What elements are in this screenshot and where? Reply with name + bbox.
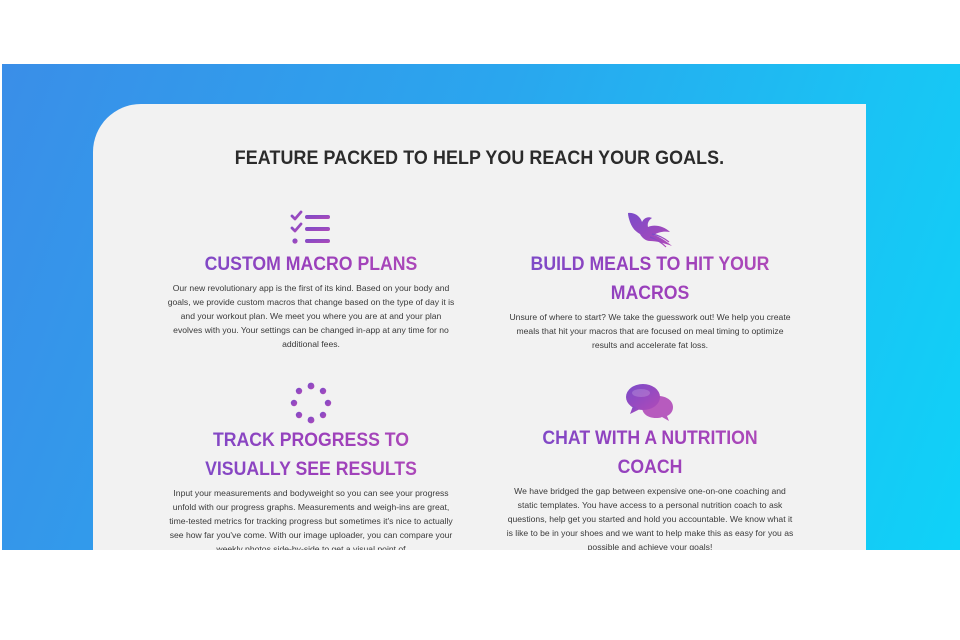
phoenix-icon: [628, 212, 672, 248]
features-card: FEATURE PACKED TO HELP YOU REACH YOUR GO…: [93, 104, 866, 550]
feature-build-meals: BUILD MEALS TO HIT YOUR MACROS Unsure of…: [505, 210, 795, 352]
feature-heading: BUILD MEALS TO HIT YOUR MACROS: [515, 250, 785, 308]
feature-nutrition-coach: CHAT WITH A NUTRITION COACH We have brid…: [505, 382, 795, 550]
feature-track-progress: TRACK PROGRESS TO VISUALLY SEE RESULTS I…: [166, 382, 456, 550]
feature-description: Our new revolutionary app is the first o…: [167, 283, 455, 349]
spinner-icon: [290, 382, 332, 424]
feature-description: Input your measurements and bodyweight s…: [169, 488, 453, 550]
feature-description: Unsure of where to start? We take the gu…: [509, 312, 791, 350]
feature-description: We have bridged the gap between expensiv…: [506, 486, 794, 550]
chat-bubbles-icon: [626, 384, 673, 421]
feature-heading: TRACK PROGRESS TO VISUALLY SEE RESULTS: [176, 426, 446, 484]
feature-heading: CHAT WITH A NUTRITION COACH: [515, 424, 785, 482]
hero-background: FEATURE PACKED TO HELP YOU REACH YOUR GO…: [2, 64, 960, 550]
section-title: FEATURE PACKED TO HELP YOU REACH YOUR GO…: [234, 148, 725, 169]
feature-custom-macro-plans: CUSTOM MACRO PLANS Our new revolutionary…: [166, 210, 456, 351]
checklist-icon: [290, 210, 330, 244]
feature-heading: CUSTOM MACRO PLANS: [176, 250, 446, 279]
